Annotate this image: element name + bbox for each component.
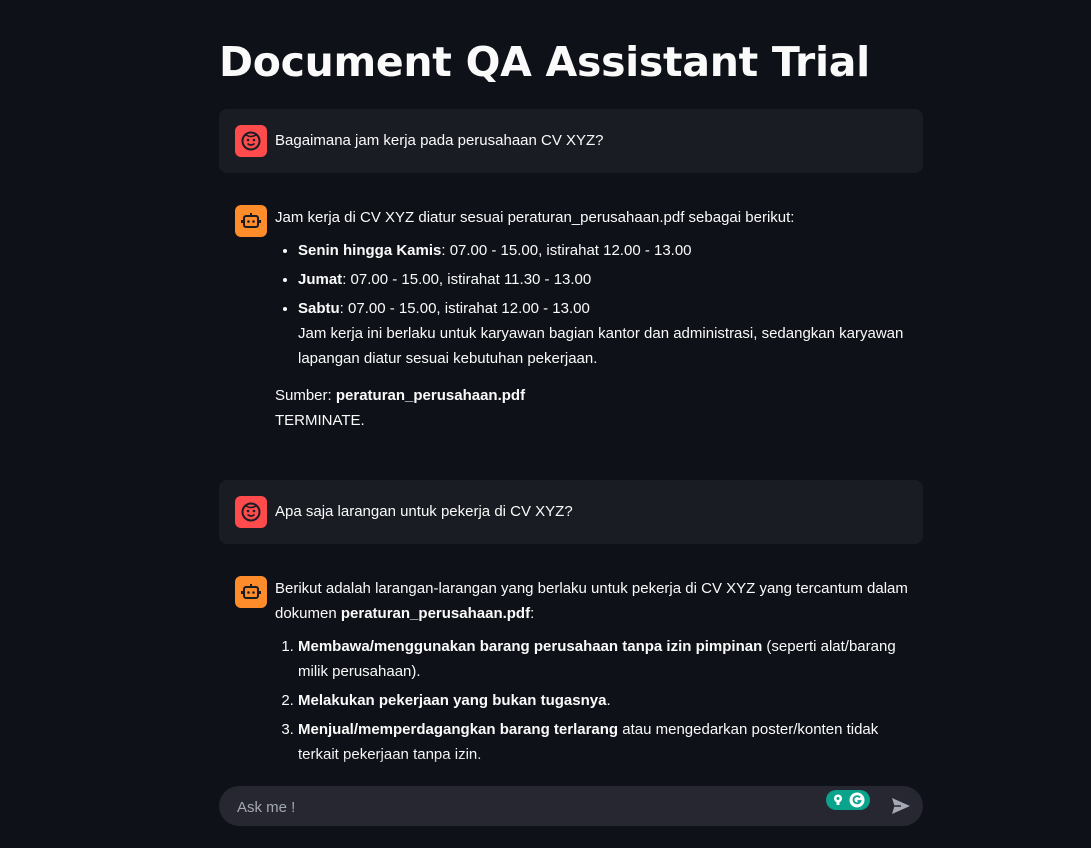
- numbered-list: Membawa/menggunakan barang perusahaan ta…: [275, 634, 923, 767]
- message-intro: Jam kerja di CV XYZ diatur sesuai peratu…: [275, 209, 795, 226]
- chat-message-user: Bagaimana jam kerja pada perusahaan CV X…: [219, 109, 923, 173]
- list-item: Membawa/menggunakan barang perusahaan ta…: [298, 634, 923, 684]
- robot-avatar-icon: [235, 205, 267, 237]
- source-line: Sumber: peraturan_perusahaan.pdf: [275, 387, 526, 404]
- chat-message-user: Apa saja larangan untuk pekerja di CV XY…: [219, 480, 923, 544]
- message-text: Apa saja larangan untuk pekerja di CV XY…: [275, 503, 573, 520]
- user-avatar-icon: [235, 125, 267, 157]
- chat-message-assistant: Jam kerja di CV XYZ diatur sesuai peratu…: [219, 189, 923, 459]
- send-arrow-icon[interactable]: [889, 794, 913, 818]
- chat-input-bar: [219, 786, 923, 828]
- list-item: Melakukan pekerjaan yang bukan tugasnya.: [298, 688, 923, 713]
- chat-message-assistant: Berikut adalah larangan-larangan yang be…: [219, 560, 923, 775]
- list-item: Jumat: 07.00 - 15.00, istirahat 11.30 - …: [298, 267, 923, 292]
- list-item: Senin hingga Kamis: 07.00 - 15.00, istir…: [298, 238, 923, 263]
- user-avatar-icon: [235, 496, 267, 528]
- grammarly-icon[interactable]: [826, 790, 870, 810]
- terminate-text: TERMINATE.: [275, 412, 365, 429]
- list-item: Sabtu: 07.00 - 15.00, istirahat 12.00 - …: [298, 296, 923, 371]
- message-text: Bagaimana jam kerja pada perusahaan CV X…: [275, 132, 604, 149]
- page-title: Document QA Assistant Trial: [219, 38, 870, 86]
- chat-input[interactable]: [235, 786, 819, 828]
- robot-avatar-icon: [235, 576, 267, 608]
- bullet-list: Senin hingga Kamis: 07.00 - 15.00, istir…: [275, 238, 923, 371]
- scroll-fade: [0, 755, 1091, 780]
- message-intro: Berikut adalah larangan-larangan yang be…: [275, 580, 908, 622]
